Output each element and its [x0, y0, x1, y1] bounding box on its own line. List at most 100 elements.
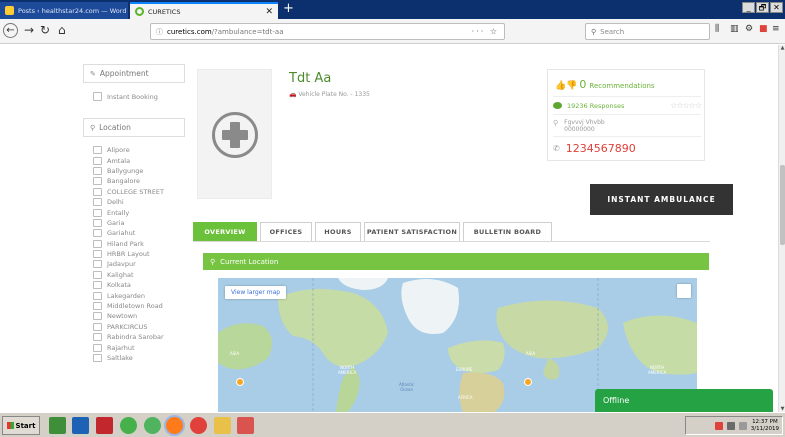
- location-filter-item[interactable]: Entally: [93, 207, 164, 217]
- location-checkbox[interactable]: [93, 291, 102, 300]
- firefox-app-icon[interactable]: [166, 417, 183, 434]
- location-filter-item[interactable]: Alipore: [93, 145, 164, 155]
- minimize-button[interactable]: _: [742, 2, 755, 13]
- scroll-up-icon[interactable]: ▲: [779, 45, 785, 51]
- location-checkbox[interactable]: [93, 281, 102, 290]
- phone-row[interactable]: ✆ 1234567890: [553, 142, 636, 155]
- appointment-filter-header[interactable]: ✎ Appointment: [83, 64, 185, 83]
- location-checkbox[interactable]: [93, 343, 102, 352]
- chat-app-icon[interactable]: [120, 417, 137, 434]
- location-filter-item[interactable]: PARKCIRCUS: [93, 322, 164, 332]
- system-clock[interactable]: 12:37 PM 3/11/2019: [751, 419, 779, 432]
- location-checkbox[interactable]: [93, 312, 102, 321]
- chat-offline-widget[interactable]: Offline: [595, 389, 773, 412]
- fullscreen-icon[interactable]: [677, 284, 691, 298]
- location-checkbox[interactable]: [93, 218, 102, 227]
- rating-stars[interactable]: ☆☆☆☆☆: [670, 101, 702, 110]
- phone-number[interactable]: 1234567890: [566, 142, 636, 155]
- location-filter-item[interactable]: Ballygunge: [93, 166, 164, 176]
- location-filter-item[interactable]: Middletown Road: [93, 301, 164, 311]
- tab-curetics[interactable]: CURETICS ✕: [130, 2, 278, 19]
- location-checkbox[interactable]: [93, 156, 102, 165]
- network-tray-icon[interactable]: [726, 421, 735, 430]
- location-checkbox[interactable]: [93, 146, 102, 155]
- back-arrow-icon[interactable]: ←: [3, 23, 18, 38]
- folder-app-icon[interactable]: [214, 417, 231, 434]
- forward-arrow-icon[interactable]: →: [24, 23, 34, 37]
- location-filter-item[interactable]: Kalighat: [93, 270, 164, 280]
- location-filter-item[interactable]: Delhi: [93, 197, 164, 207]
- location-checkbox[interactable]: [93, 177, 102, 186]
- page-scrollbar[interactable]: ▲ ▼: [778, 45, 785, 412]
- location-filter-item[interactable]: Rabindra Sarobar: [93, 332, 164, 342]
- reload-icon[interactable]: ↻: [40, 23, 50, 37]
- location-checkbox[interactable]: [93, 198, 102, 207]
- location-checkbox[interactable]: [93, 229, 102, 238]
- pdf-app-icon[interactable]: [237, 417, 254, 434]
- location-checkbox[interactable]: [93, 333, 102, 342]
- navigation-bar: ← → ↻ ⌂ ⓘ curetics.com /?ambulance=tdt-a…: [0, 19, 785, 44]
- start-button[interactable]: Start: [2, 416, 40, 435]
- filezilla-app-icon[interactable]: [96, 417, 113, 434]
- location-filter-item[interactable]: Bangalore: [93, 176, 164, 186]
- tab-overview[interactable]: OVERVIEW: [193, 222, 257, 241]
- instant-ambulance-button[interactable]: INSTANT AMBULANCE: [590, 184, 733, 215]
- location-checkbox[interactable]: [93, 187, 102, 196]
- close-tab-icon[interactable]: ✕: [261, 7, 273, 17]
- address-bar[interactable]: ⓘ curetics.com /?ambulance=tdt-aa ··· ☆: [150, 23, 505, 40]
- location-filter-item[interactable]: Garia: [93, 218, 164, 228]
- search-input[interactable]: ⚲ Search: [585, 23, 710, 40]
- scrollbar-thumb[interactable]: [780, 165, 785, 245]
- location-filter-item[interactable]: Lakegarden: [93, 290, 164, 300]
- sidebar-icon[interactable]: ▥: [730, 24, 739, 34]
- location-filter-item[interactable]: Gariahut: [93, 228, 164, 238]
- home-icon[interactable]: ⌂: [58, 23, 66, 37]
- volume-tray-icon[interactable]: [738, 421, 747, 430]
- restore-button[interactable]: 🗗: [756, 2, 769, 13]
- location-checkbox[interactable]: [93, 302, 102, 311]
- location-filter-item[interactable]: Kolkata: [93, 280, 164, 290]
- tab-offices[interactable]: OFFICES: [260, 222, 312, 241]
- location-filter-item[interactable]: Jadavpur: [93, 259, 164, 269]
- location-filter-item[interactable]: Amtala: [93, 155, 164, 165]
- spreadsheet-app-icon[interactable]: [49, 417, 66, 434]
- location-checkbox[interactable]: [93, 354, 102, 362]
- view-larger-map-link[interactable]: View larger map: [225, 286, 287, 299]
- tab-hours[interactable]: HOURS: [315, 222, 361, 241]
- tab-bulletin-board[interactable]: BULLETIN BOARD: [463, 222, 552, 241]
- site-info-icon[interactable]: ⓘ: [156, 27, 163, 37]
- location-checkbox[interactable]: [93, 322, 102, 331]
- tab-patient-satisfaction[interactable]: PATIENT SATISFACTION: [364, 222, 460, 241]
- location-checkbox[interactable]: [93, 250, 102, 259]
- recommendations[interactable]: 👍👎 0 Recommendations: [555, 78, 655, 91]
- location-filter-item[interactable]: Newtown: [93, 311, 164, 321]
- new-tab-button[interactable]: +: [283, 2, 294, 16]
- photoshop-app-icon[interactable]: [72, 417, 89, 434]
- location-filter-item[interactable]: HRBR Layout: [93, 249, 164, 259]
- location-filter-item[interactable]: Saltlake: [93, 353, 164, 363]
- chrome-app-icon[interactable]: [190, 417, 207, 434]
- location-checkbox[interactable]: [93, 270, 102, 279]
- pocket-icon[interactable]: ■: [759, 24, 768, 34]
- location-filter-item[interactable]: Rajarhut: [93, 342, 164, 352]
- page-actions-icon[interactable]: ··· ☆: [472, 27, 499, 36]
- location-checkbox[interactable]: [93, 166, 102, 175]
- network-app-icon[interactable]: [144, 417, 161, 434]
- instant-booking-filter[interactable]: Instant Booking: [93, 92, 158, 101]
- extension-icon[interactable]: ⚙: [745, 24, 753, 34]
- close-window-button[interactable]: ✕: [770, 2, 783, 13]
- instant-booking-checkbox[interactable]: [93, 92, 102, 101]
- menu-icon[interactable]: ≡: [772, 24, 780, 34]
- provider-info-card: 👍👎 0 Recommendations 19236 Responses ☆☆☆…: [547, 69, 705, 161]
- tab-posts[interactable]: Posts ‹ healthstar24.com — Word ✕: [0, 2, 128, 19]
- location-filter-item[interactable]: Hiland Park: [93, 239, 164, 249]
- location-filter-item[interactable]: COLLEGE STREET: [93, 187, 164, 197]
- close-tab-icon[interactable]: ✕: [126, 6, 128, 16]
- location-filter-header[interactable]: ⚲ Location: [83, 118, 185, 137]
- car-icon: 🚗: [289, 91, 299, 98]
- location-checkbox[interactable]: [93, 260, 102, 269]
- tray-app-icon[interactable]: [714, 421, 723, 430]
- location-checkbox[interactable]: [93, 239, 102, 248]
- library-icon[interactable]: ⫼: [715, 24, 719, 34]
- location-checkbox[interactable]: [93, 208, 102, 217]
